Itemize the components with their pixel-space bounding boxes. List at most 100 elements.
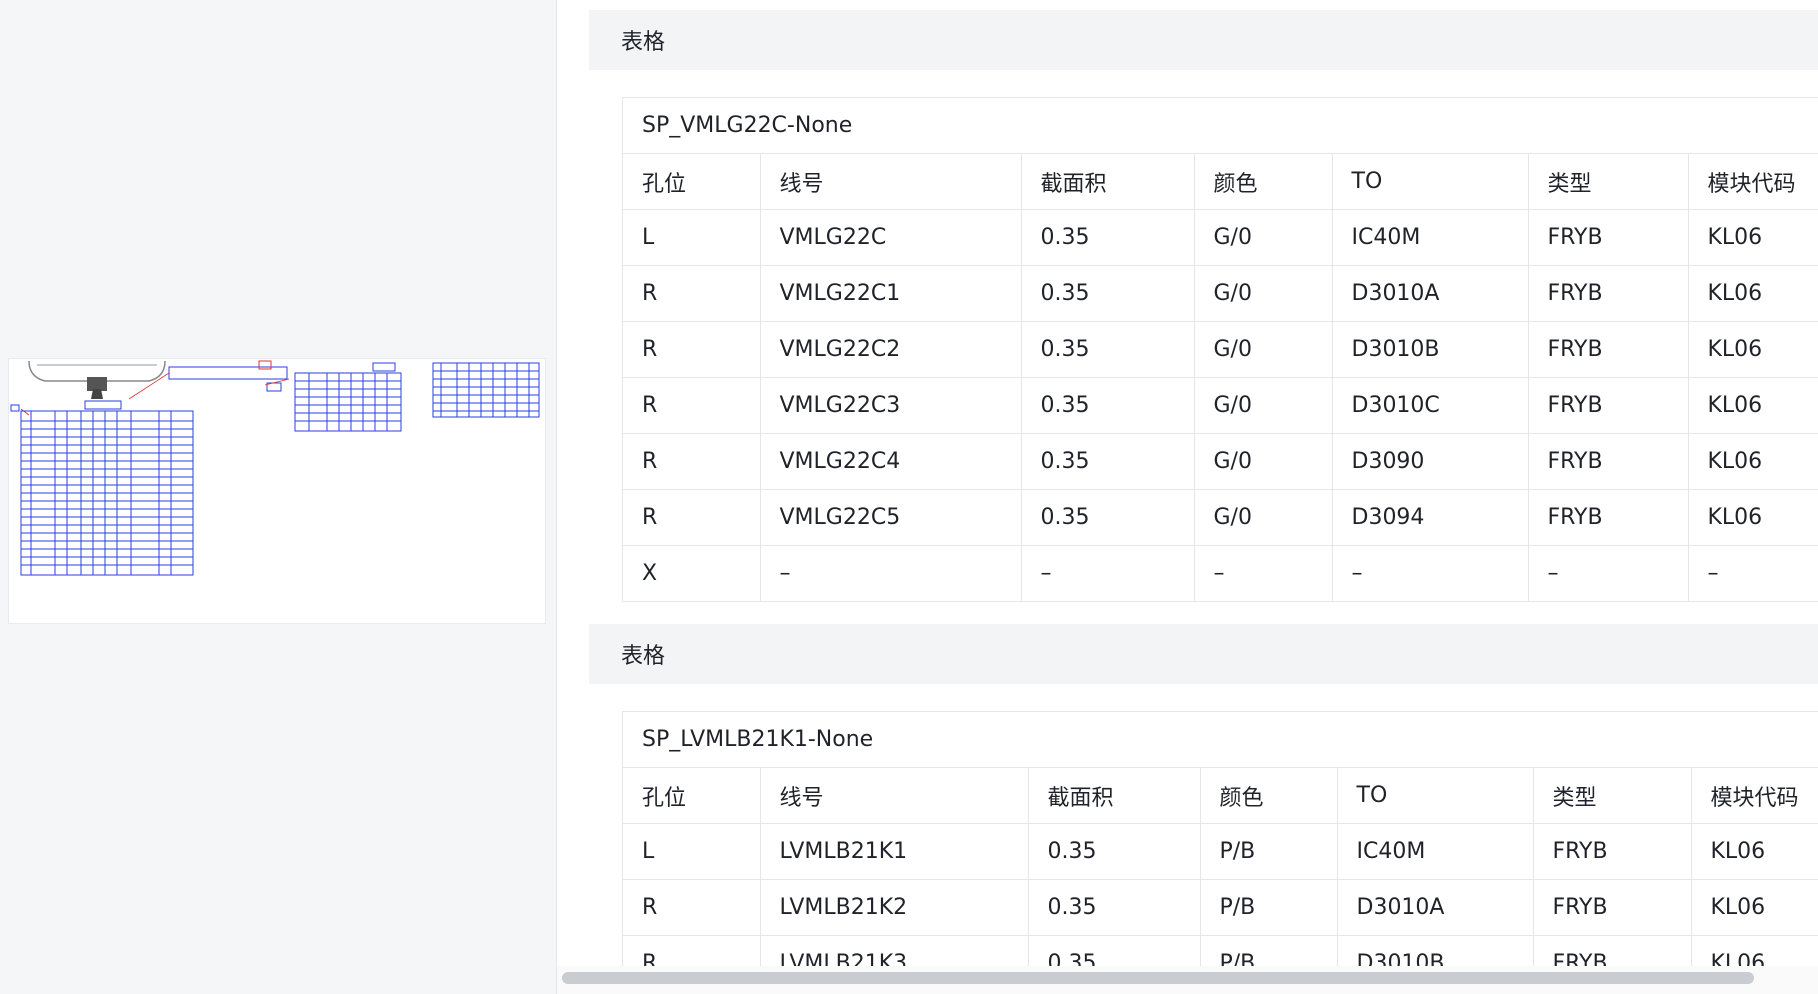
- column-header: 线号: [760, 154, 1022, 210]
- table-title: SP_VMLG22C-None: [623, 98, 1818, 154]
- table-row: L VMLG22C 0.35 G/0 IC40M FRYB KL06: [623, 209, 1818, 266]
- table-card: SP_LVMLB21K1-None 孔位 线号 截面积 颜色 TO 类型 模块代码 L LVML…: [622, 711, 1818, 992]
- table-cell: FRYB: [1533, 823, 1692, 880]
- table-cell: R: [623, 321, 761, 378]
- table-cell: 0.35: [1021, 433, 1195, 490]
- table-row: R LVMLB21K2 0.35 P/B D3010A FRYB KL06: [623, 879, 1818, 936]
- table-cell: FRYB: [1528, 265, 1689, 322]
- table-cell: G/0: [1194, 265, 1333, 322]
- table-cell: L: [623, 209, 761, 266]
- table-row: R VMLG22C5 0.35 G/0 D3094 FRYB KL06: [623, 489, 1818, 546]
- table-cell: D3094: [1332, 489, 1529, 546]
- table-cell: KL06: [1688, 377, 1818, 434]
- table-cell: KL06: [1688, 321, 1818, 378]
- table-cell: 0.35: [1021, 377, 1195, 434]
- table-cell: –: [1021, 545, 1195, 602]
- table-cell: G/0: [1194, 209, 1333, 266]
- table-cell: G/0: [1194, 321, 1333, 378]
- table-cell: D3010A: [1332, 265, 1529, 322]
- table-cell: 0.35: [1021, 321, 1195, 378]
- table-cell: KL06: [1688, 209, 1818, 266]
- table-row: L LVMLB21K1 0.35 P/B IC40M FRYB KL06: [623, 823, 1818, 880]
- table-cell: KL06: [1688, 433, 1818, 490]
- table-cell: 0.35: [1021, 489, 1195, 546]
- table-body: 孔位 线号 截面积 颜色 TO 类型 模块代码 L VMLG22C 0.35 G/0 IC40M FRY…: [623, 154, 1818, 602]
- data-table: 孔位 线号 截面积 颜色 TO 类型 模块代码 L LVMLB21K1 0.35 P/B IC40M F…: [623, 768, 1818, 992]
- table-cell: D3010B: [1332, 321, 1529, 378]
- table-card: SP_VMLG22C-None 孔位 线号 截面积 颜色 TO 类型 模块代码 L VMLG22…: [622, 97, 1818, 602]
- table-cell: 0.35: [1028, 879, 1201, 936]
- column-header: 线号: [760, 768, 1029, 824]
- table-cell: –: [760, 545, 1022, 602]
- table-cell: IC40M: [1332, 209, 1529, 266]
- table-cell: G/0: [1194, 489, 1333, 546]
- table-row: R VMLG22C4 0.35 G/0 D3090 FRYB KL06: [623, 433, 1818, 490]
- column-header: 颜色: [1200, 768, 1338, 824]
- column-header: TO: [1337, 768, 1534, 824]
- table-cell: X: [623, 545, 761, 602]
- table-cell: G/0: [1194, 433, 1333, 490]
- column-header: 孔位: [623, 768, 761, 824]
- table-cell: R: [623, 433, 761, 490]
- table-cell: FRYB: [1528, 377, 1689, 434]
- table-row: X – – – – – –: [623, 545, 1818, 602]
- table-cell: G/0: [1194, 377, 1333, 434]
- table-cell: D3010C: [1332, 377, 1529, 434]
- table-cell: FRYB: [1528, 433, 1689, 490]
- column-header: 类型: [1528, 154, 1689, 210]
- content-pane: 表格 SP_VMLG22C-None 孔位 线号 截面积 颜色 TO 类型 模块代码 L VML…: [557, 0, 1818, 994]
- table-header-row: 孔位 线号 截面积 颜色 TO 类型 模块代码: [623, 154, 1818, 210]
- table-cell: VMLG22C2: [760, 321, 1022, 378]
- table-cell: VMLG22C1: [760, 265, 1022, 322]
- table-cell: LVMLB21K1: [760, 823, 1029, 880]
- table-cell: VMLG22C5: [760, 489, 1022, 546]
- column-header: 截面积: [1021, 154, 1195, 210]
- table-cell: R: [623, 879, 761, 936]
- table-cell: FRYB: [1528, 489, 1689, 546]
- table-cell: –: [1194, 545, 1333, 602]
- table-cell: LVMLB21K2: [760, 879, 1029, 936]
- table-row: R VMLG22C2 0.35 G/0 D3010B FRYB KL06: [623, 321, 1818, 378]
- horizontal-scrollbar-thumb[interactable]: [562, 972, 1754, 984]
- table-cell: 0.35: [1021, 265, 1195, 322]
- table-cell: P/B: [1200, 879, 1338, 936]
- table-cell: KL06: [1691, 823, 1818, 880]
- preview-pane: [0, 0, 557, 994]
- table-cell: L: [623, 823, 761, 880]
- column-header: 截面积: [1028, 768, 1201, 824]
- table-cell: KL06: [1688, 489, 1818, 546]
- table-cell: FRYB: [1528, 209, 1689, 266]
- table-cell: KL06: [1688, 265, 1818, 322]
- table-cell: 0.35: [1028, 823, 1201, 880]
- table-cell: R: [623, 489, 761, 546]
- table-cell: VMLG22C: [760, 209, 1022, 266]
- column-header: TO: [1332, 154, 1529, 210]
- document-thumbnail[interactable]: [8, 358, 546, 624]
- column-header: 颜色: [1194, 154, 1333, 210]
- table-cell: VMLG22C3: [760, 377, 1022, 434]
- table-header-row: 孔位 线号 截面积 颜色 TO 类型 模块代码: [623, 768, 1818, 824]
- table-cell: FRYB: [1528, 321, 1689, 378]
- table-cell: FRYB: [1533, 879, 1692, 936]
- section-header: 表格: [589, 624, 1818, 684]
- data-table: 孔位 线号 截面积 颜色 TO 类型 模块代码 L VMLG22C 0.35 G/0 IC40M FRY…: [623, 154, 1818, 602]
- wiring-drawing-image: [10, 360, 540, 576]
- section-header-label: 表格: [621, 30, 666, 55]
- column-header: 孔位: [623, 154, 761, 210]
- table-cell: D3010A: [1337, 879, 1534, 936]
- table-row: R VMLG22C1 0.35 G/0 D3010A FRYB KL06: [623, 265, 1818, 322]
- table-cell: –: [1528, 545, 1689, 602]
- table-cell: R: [623, 265, 761, 322]
- table-cell: IC40M: [1337, 823, 1534, 880]
- table-cell: P/B: [1200, 823, 1338, 880]
- table-title: SP_LVMLB21K1-None: [623, 712, 1818, 768]
- table-body: 孔位 线号 截面积 颜色 TO 类型 模块代码 L LVMLB21K1 0.35 P/B IC40M F…: [623, 768, 1818, 992]
- column-header: 模块代码: [1691, 768, 1818, 824]
- table-cell: 0.35: [1021, 209, 1195, 266]
- table-cell: R: [623, 377, 761, 434]
- table-row: R VMLG22C3 0.35 G/0 D3010C FRYB KL06: [623, 377, 1818, 434]
- column-header: 类型: [1533, 768, 1692, 824]
- table-cell: VMLG22C4: [760, 433, 1022, 490]
- table-cell: D3090: [1332, 433, 1529, 490]
- column-header: 模块代码: [1688, 154, 1818, 210]
